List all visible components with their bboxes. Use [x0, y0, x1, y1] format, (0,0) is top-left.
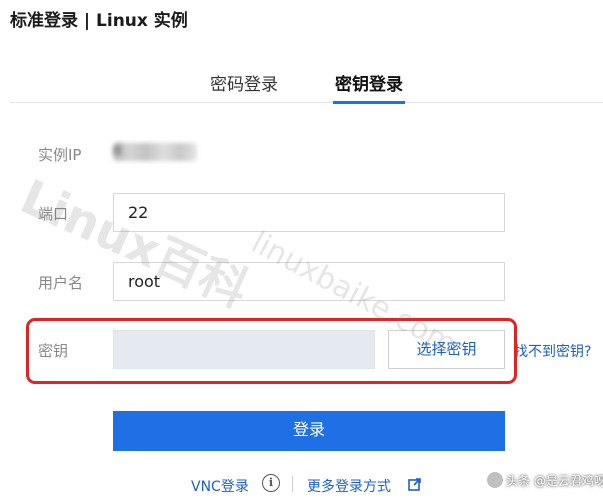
login-button[interactable]: 登录 [113, 411, 505, 451]
username-input[interactable]: root [113, 262, 505, 301]
port-label: 端口 [38, 205, 69, 223]
more-login-methods-link[interactable]: 更多登录方式 [307, 476, 391, 496]
page-title: 标准登录 | Linux 实例 [10, 11, 188, 31]
username-label: 用户名 [38, 274, 84, 292]
source-credit: 头条 @是云君鸡呀 [506, 474, 603, 488]
redacted-ip-blur [113, 143, 197, 161]
port-input[interactable]: 22 [113, 193, 505, 232]
login-tabs: 密码登录 密钥登录 [10, 60, 603, 104]
instance-ip-value: 4 [113, 143, 197, 161]
footer-divider [292, 476, 293, 492]
tab-key-login[interactable]: 密钥登录 [333, 70, 405, 104]
external-link-icon[interactable] [408, 478, 421, 491]
toutiao-logo-icon [487, 472, 503, 488]
instance-ip-text: 4 [113, 143, 122, 159]
vnc-login-link[interactable]: VNC登录 [191, 476, 249, 496]
instance-ip-label: 实例IP [38, 146, 82, 164]
info-icon[interactable]: i [262, 474, 280, 492]
cant-find-key-link[interactable]: 找不到密钥? [514, 341, 591, 361]
key-highlight-box [26, 318, 517, 384]
tab-password-login[interactable]: 密码登录 [210, 70, 278, 95]
